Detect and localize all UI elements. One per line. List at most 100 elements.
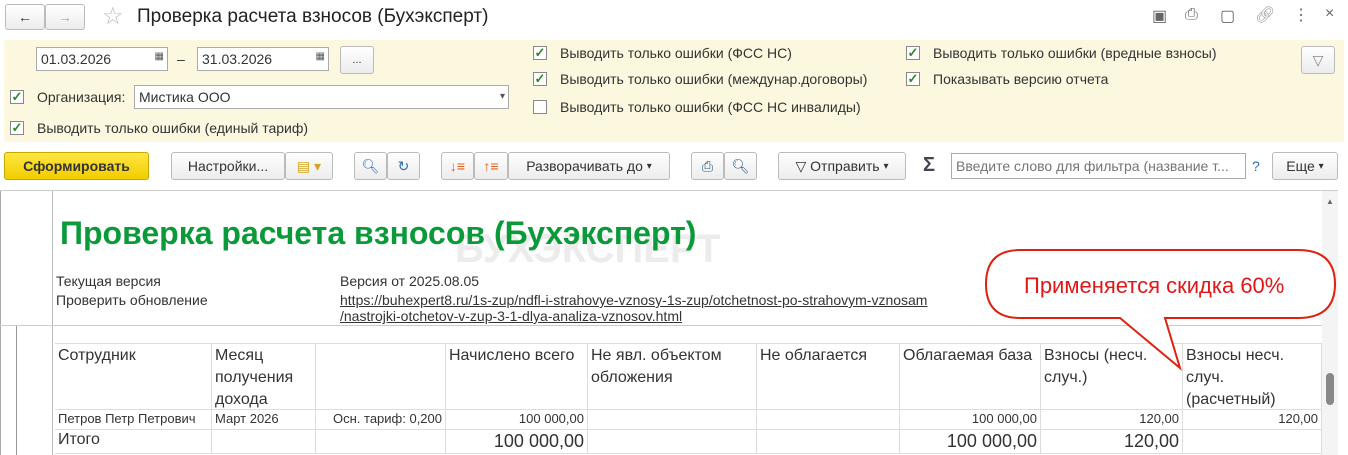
back-button[interactable]: ← [5, 4, 45, 30]
print-icon[interactable]: ⎙ [1185, 6, 1198, 24]
label-errors-fss-disabled: Выводить только ошибки (ФСС НС инвалиды) [560, 99, 861, 115]
send-icon: ▽ [795, 157, 807, 174]
forward-button[interactable]: → [45, 4, 85, 30]
preview-button[interactable]: 🔍︎ [724, 152, 757, 180]
collapse-icon: ↑≡ [483, 158, 499, 174]
date-separator: – [177, 51, 185, 67]
version-value: Версия от 2025.08.05 [340, 273, 480, 289]
print-button[interactable]: ⎙ [691, 152, 724, 180]
table-cell: 100 000,00 [900, 410, 1041, 430]
preview-icon[interactable]: ▢ [1220, 6, 1235, 26]
update-link-cont[interactable]: /nastrojki-otchetov-v-zup-3-1-dlya-anali… [340, 308, 682, 324]
table-header-cell [316, 343, 446, 410]
checkbox-errors-fss[interactable]: ✓ [533, 46, 547, 60]
calendar-icon[interactable]: ▦ [316, 51, 325, 62]
group-line [16, 325, 17, 455]
checkbox-show-version[interactable]: ✓ [906, 72, 920, 86]
search-next-button[interactable]: ↻ [387, 152, 420, 180]
checkbox-errors-fss-disabled[interactable] [533, 100, 547, 114]
printer-icon: ⎙ [701, 157, 714, 174]
total-cell: Итого [55, 430, 212, 454]
checkbox-errors-harmful[interactable]: ✓ [906, 46, 920, 60]
label-errors-single-tariff: Выводить только ошибки (единый тариф) [37, 120, 309, 136]
total-cell: 100 000,00 [900, 430, 1041, 454]
update-label: Проверить обновление [56, 292, 208, 308]
table-header-cell: Начислено всего [446, 343, 588, 410]
generate-button[interactable]: Сформировать [4, 152, 149, 180]
favorite-star-icon[interactable]: ☆ [102, 2, 124, 31]
total-cell: 120,00 [1041, 430, 1183, 454]
expand-to-button[interactable]: Разворачивать до ▾ [508, 152, 670, 180]
table-cell: 120,00 [1041, 410, 1183, 430]
funnel-icon: ▽ [1312, 51, 1324, 68]
table-header-cell: Месяц получения дохода [212, 343, 316, 410]
chevron-down-icon[interactable]: ▾ [500, 91, 505, 102]
callout-text: Применяется скидка 60% [1024, 273, 1285, 298]
sum-icon[interactable]: Σ [923, 154, 935, 177]
expand-icon: ↓≡ [449, 158, 466, 174]
total-cell [1183, 430, 1322, 454]
calendar-icon[interactable]: ▦ [155, 51, 164, 62]
expand-all-button[interactable]: ↓≡ [441, 152, 474, 180]
table-header-cell: Сотрудник [55, 343, 212, 410]
period-select-button[interactable]: ... [340, 46, 374, 74]
send-label: Отправить [810, 158, 880, 174]
table-cell: Петров Петр Петрович [55, 410, 212, 430]
table-cell [757, 410, 900, 430]
table-cell: 100 000,00 [446, 410, 588, 430]
org-select[interactable]: Мистика ООО ▾ [134, 85, 509, 109]
chevron-down-icon: ▾ [646, 160, 652, 172]
settings-button[interactable]: Настройки... [171, 152, 285, 180]
collapse-all-button[interactable]: ↑≡ [474, 152, 508, 180]
date-from-value: 01.03.2026 [41, 51, 112, 67]
row-gutter [0, 191, 53, 455]
help-link[interactable]: ? [1252, 158, 1260, 174]
filter-button[interactable]: ▽ [1301, 46, 1335, 74]
save-icon[interactable]: ▣ [1152, 6, 1167, 26]
table-cell: Март 2026 [212, 410, 316, 430]
total-cell: 100 000,00 [446, 430, 588, 454]
preview-icon: 🔍︎ [731, 157, 750, 174]
table-header-cell: Не явл. объектом обложения [588, 343, 757, 410]
expand-to-label: Разворачивать до [526, 158, 643, 174]
scrollbar-thumb[interactable] [1326, 373, 1334, 405]
checkbox-errors-single-tariff[interactable]: ✓ [10, 121, 24, 135]
label-errors-intl: Выводить только ошибки (междунар.договор… [560, 71, 868, 87]
chevron-down-icon: ▾ [883, 160, 889, 172]
total-cell [212, 430, 316, 454]
total-cell [316, 430, 446, 454]
label-errors-fss: Выводить только ошибки (ФСС НС) [560, 45, 792, 61]
report-title: Проверка расчета взносов (Бухэксперт) [60, 215, 697, 251]
table-cell [588, 410, 757, 430]
org-label: Организация: [37, 89, 126, 105]
table-header-cell: Не облагается [757, 343, 900, 410]
variants-button[interactable]: ▤ ▾ [285, 152, 333, 180]
org-checkbox[interactable]: ✓ [10, 90, 24, 104]
date-to-input[interactable]: 31.03.2026 ▦ [197, 47, 329, 71]
update-link[interactable]: https://buhexpert8.ru/1s-zup/ndfl-i-stra… [340, 292, 927, 308]
link-icon[interactable]: 🔗︎ [1255, 5, 1275, 25]
menu-icon[interactable]: ⋮ [1293, 5, 1309, 25]
date-to-value: 31.03.2026 [202, 51, 273, 67]
window-title: Проверка расчета взносов (Бухэксперт) [137, 6, 489, 27]
close-icon[interactable]: × [1325, 5, 1334, 23]
callout-bubble [984, 249, 1337, 371]
filter-input[interactable] [951, 153, 1246, 179]
send-button[interactable]: ▽ Отправить ▾ [778, 152, 906, 180]
org-value: Мистика ООО [139, 89, 231, 105]
search-repeat-icon: ↻ [397, 157, 410, 174]
label-show-version: Показывать версию отчета [933, 71, 1109, 87]
report-variant-icon: ▤ ▾ [296, 157, 322, 174]
search-button[interactable]: 🔍︎ [354, 152, 387, 180]
scroll-up-icon[interactable]: ▲ [1326, 197, 1334, 206]
version-label: Текущая версия [56, 273, 161, 289]
label-errors-harmful: Выводить только ошибки (вредные взносы) [933, 45, 1217, 61]
date-from-input[interactable]: 01.03.2026 ▦ [36, 47, 168, 71]
search-icon: 🔍︎ [361, 157, 380, 174]
more-button[interactable]: Еще ▾ [1272, 152, 1338, 180]
total-cell [757, 430, 900, 454]
more-label: Еще [1286, 158, 1315, 174]
total-cell [588, 430, 757, 454]
chevron-down-icon: ▾ [1318, 160, 1324, 172]
checkbox-errors-intl[interactable]: ✓ [533, 72, 547, 86]
